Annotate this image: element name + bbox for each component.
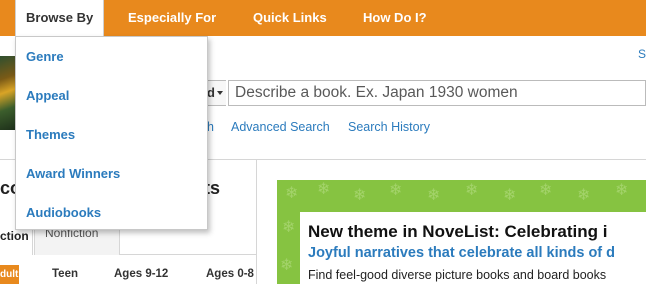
nav-especially-for[interactable]: Especially For xyxy=(128,0,216,36)
sign-in-link[interactable]: S xyxy=(638,47,646,61)
menu-item-themes[interactable]: Themes xyxy=(26,127,75,142)
featured-book-cover[interactable] xyxy=(0,56,16,130)
search-history-link[interactable]: Search History xyxy=(348,120,430,134)
promo-body: Find feel-good diverse picture books and… xyxy=(308,268,607,282)
snowflake-icon: ❄ xyxy=(539,182,553,199)
snowflake-icon: ❄ xyxy=(317,181,331,198)
promo-subtitle[interactable]: Joyful narratives that celebrate all kin… xyxy=(308,245,615,261)
menu-item-appeal[interactable]: Appeal xyxy=(26,88,69,103)
search-option-link[interactable]: h xyxy=(207,120,214,134)
search-input[interactable] xyxy=(228,80,646,106)
column-divider xyxy=(256,160,257,284)
age-adult-badge[interactable]: dult xyxy=(0,265,19,284)
tabs-underline xyxy=(120,254,256,255)
snowflake-icon: ❄ xyxy=(577,187,591,204)
nav-browse-by[interactable]: Browse By xyxy=(15,0,105,36)
advanced-search-link[interactable]: Advanced Search xyxy=(231,120,330,134)
snowflake-icon: ❄ xyxy=(427,187,441,204)
menu-item-genre[interactable]: Genre xyxy=(26,49,64,64)
promo-title[interactable]: New theme in NoveList: Celebrating i xyxy=(308,222,607,242)
snowflake-icon: ❄ xyxy=(503,187,517,204)
search-type-label: d xyxy=(207,85,215,100)
age-link-9-12[interactable]: Ages 9-12 xyxy=(114,268,168,280)
snowflake-icon: ❄ xyxy=(389,182,403,199)
nav-quick-links[interactable]: Quick Links xyxy=(253,0,327,36)
browse-by-dropdown: Genre Appeal Themes Award Winners Audiob… xyxy=(15,36,208,230)
menu-item-award-winners[interactable]: Award Winners xyxy=(26,166,120,181)
nav-how-do-i[interactable]: How Do I? xyxy=(363,0,427,36)
snowflake-icon: ❄ xyxy=(465,182,479,199)
menu-item-audiobooks[interactable]: Audiobooks xyxy=(26,205,101,220)
snowflake-icon: ❄ xyxy=(282,219,296,236)
snowflake-icon: ❄ xyxy=(280,257,294,274)
snowflake-icon: ❄ xyxy=(353,187,367,204)
snowflake-icon: ❄ xyxy=(615,182,629,199)
age-link-0-8[interactable]: Ages 0-8 xyxy=(206,268,254,280)
top-navigation-bar: Browse By Especially For Quick Links How… xyxy=(0,0,646,36)
chevron-down-icon xyxy=(217,91,223,95)
age-link-teen[interactable]: Teen xyxy=(52,268,78,280)
snowflake-icon: ❄ xyxy=(285,185,299,202)
